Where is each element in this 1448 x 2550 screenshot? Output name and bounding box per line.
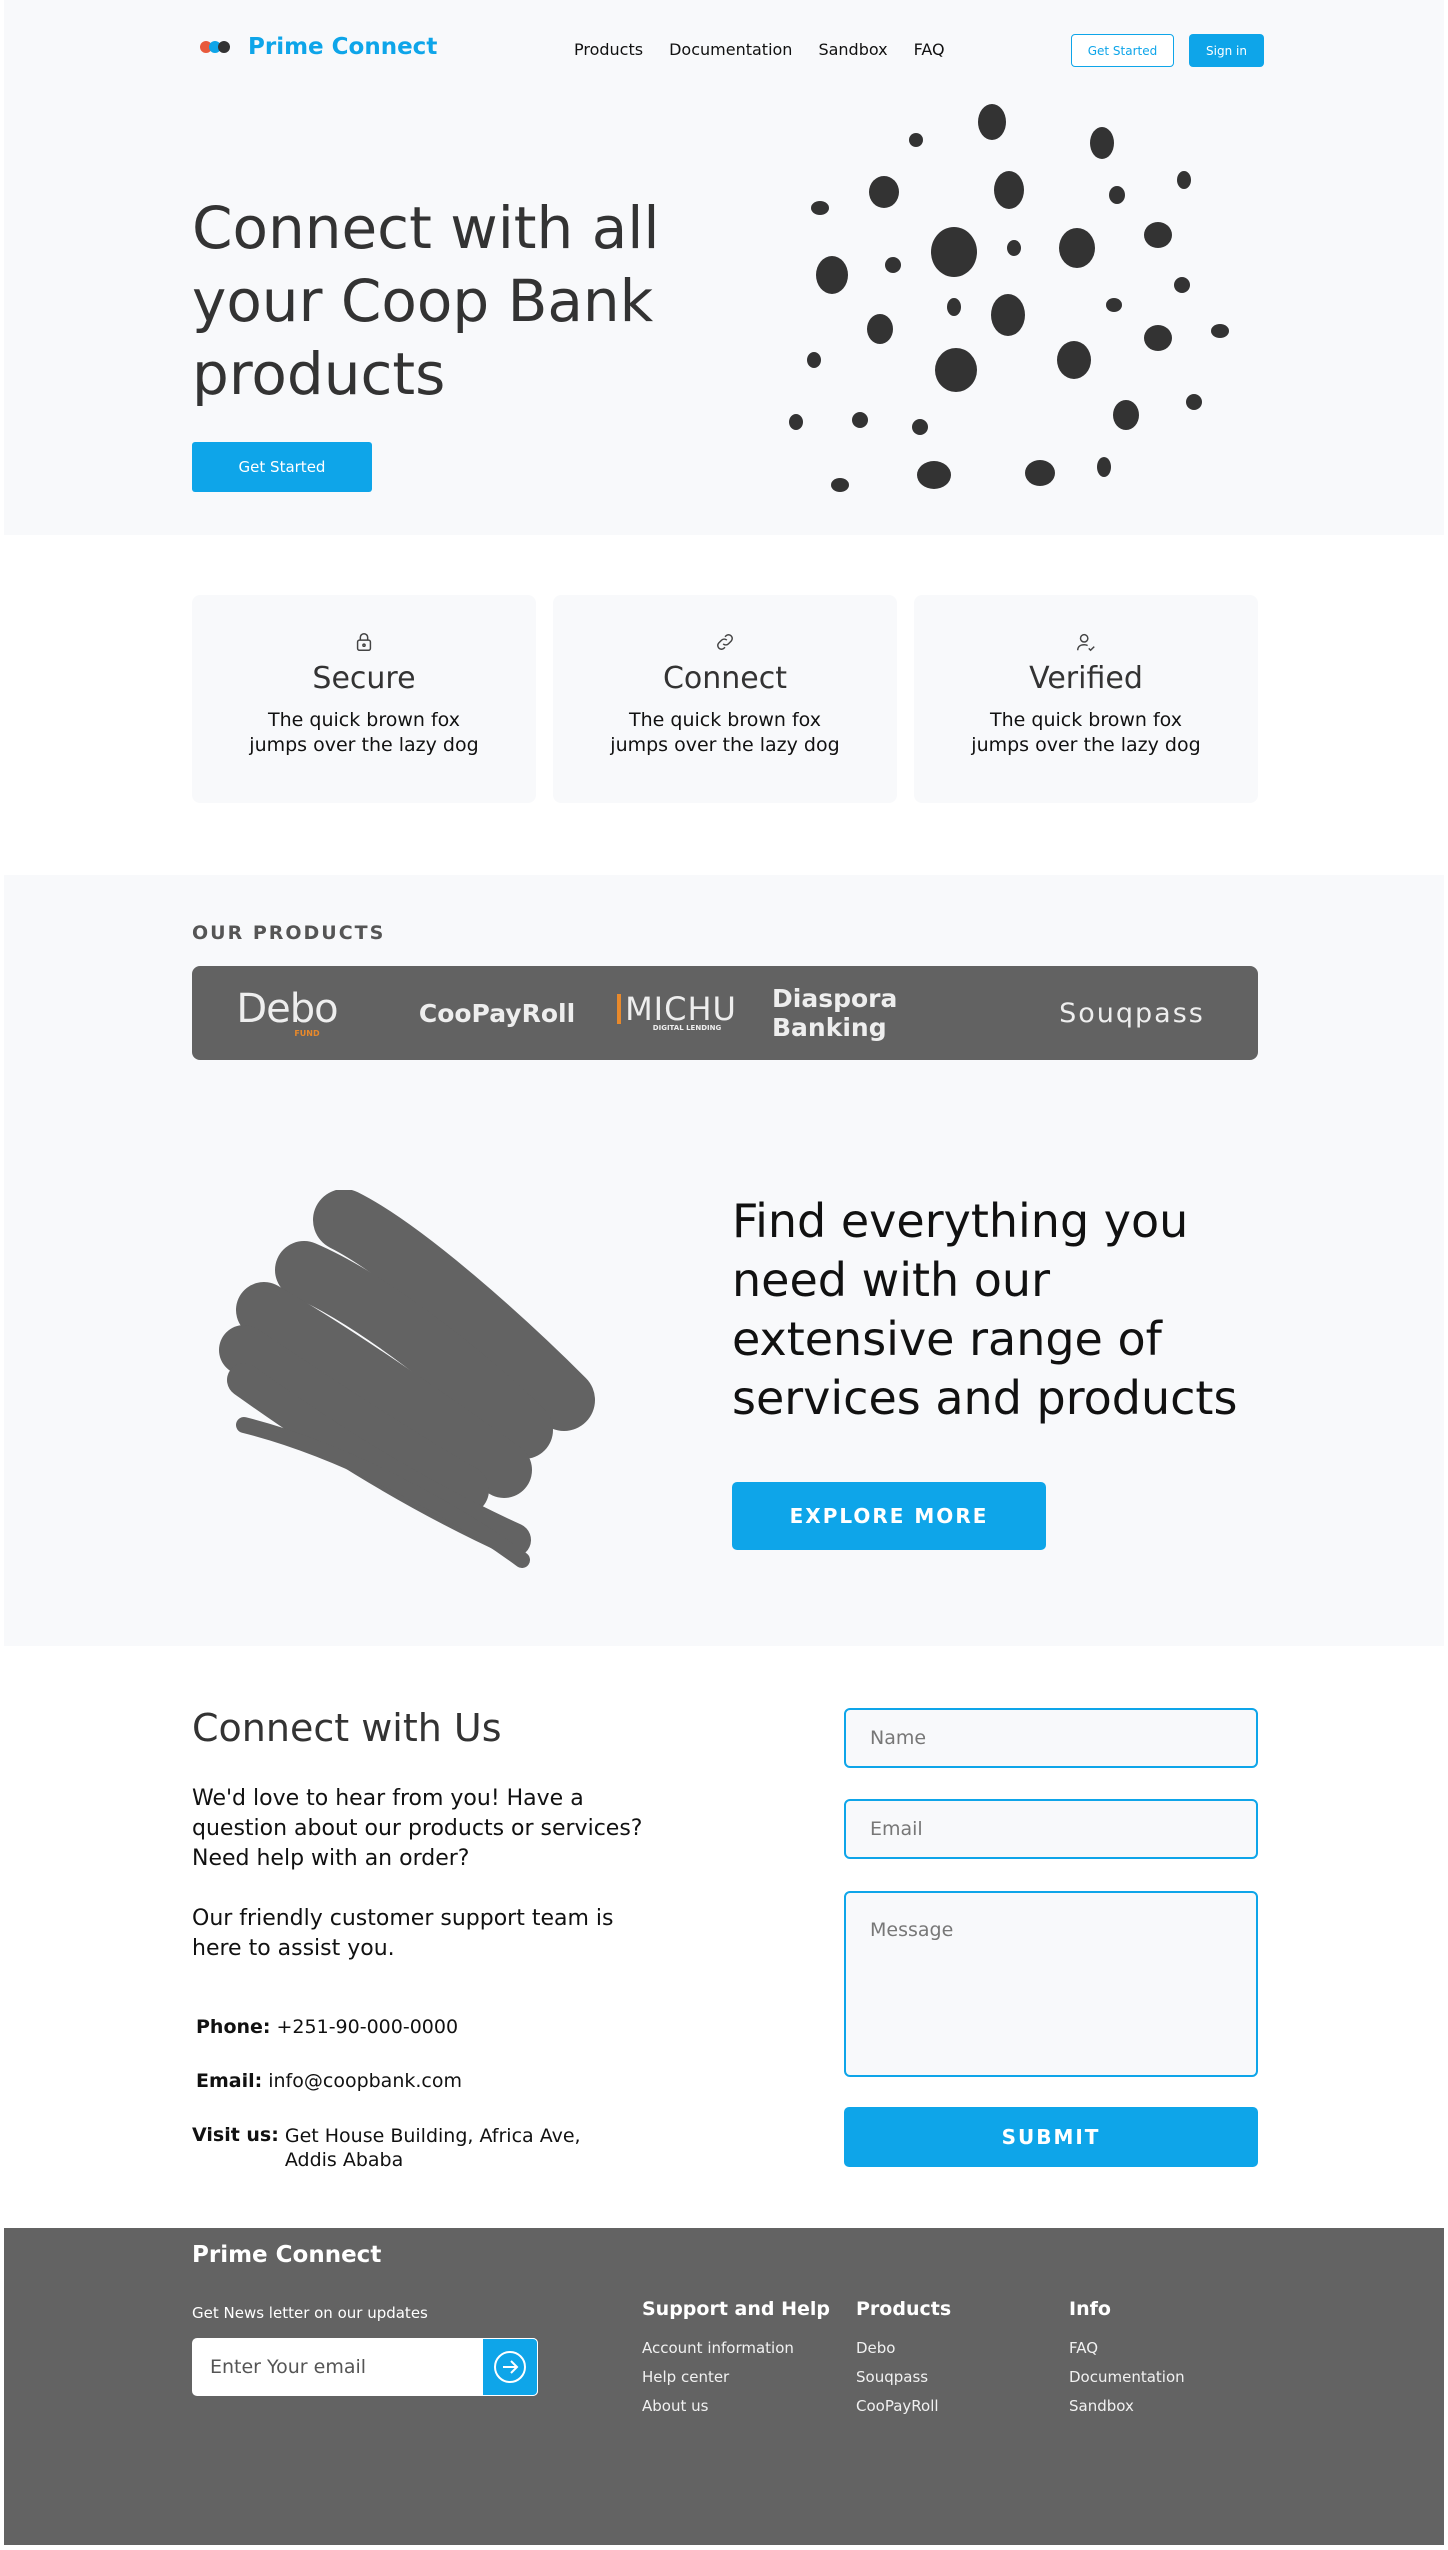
feature-text: The quick brown fox jumps over the lazy …: [610, 709, 840, 756]
features-section: Secure The quick brown fox jumps over th…: [4, 535, 1444, 875]
footer-column-products: Products Debo Souqpass CooPayRoll: [856, 2298, 951, 2421]
feature-title: Secure: [312, 661, 416, 696]
scribble-illustration: [219, 1190, 595, 1568]
contact-address: Visit us: Get House Building, Africa Ave,…: [192, 2124, 581, 2171]
footer-link-faq[interactable]: FAQ: [1069, 2334, 1185, 2363]
feature-card-secure: Secure The quick brown fox jumps over th…: [192, 595, 536, 803]
submit-button[interactable]: SUBMIT: [844, 2107, 1258, 2167]
footer-link-about-us[interactable]: About us: [642, 2392, 830, 2421]
page: Prime Connect Products Documentation San…: [4, 0, 1444, 2545]
footer-column-title: Products: [856, 2298, 952, 2320]
product-logo-diaspora-banking[interactable]: Diaspora Banking: [772, 966, 1012, 1060]
footer-link-souqpass[interactable]: Souqpass: [856, 2363, 951, 2392]
hero-title: Connect with all your Coop Bank products: [192, 194, 660, 408]
contact-email: Email: info@coopbank.com: [196, 2070, 462, 2092]
explore-title: Find everything you need with our extens…: [732, 1194, 1238, 1425]
feature-title: Verified: [1029, 661, 1143, 696]
nav-faq[interactable]: FAQ: [914, 40, 945, 59]
user-check-icon: [1077, 633, 1095, 652]
feature-title: Connect: [662, 661, 788, 696]
hero-get-started-button[interactable]: Get Started: [192, 442, 372, 492]
footer-column-info: Info FAQ Documentation Sandbox: [1069, 2298, 1185, 2421]
feature-card-verified: Verified The quick brown fox jumps over …: [914, 595, 1258, 803]
footer: Prime Connect Get News letter on our upd…: [4, 2228, 1444, 2545]
newsletter-submit-button[interactable]: [482, 2338, 538, 2396]
product-logo-coopayroll[interactable]: CooPayRoll: [412, 966, 582, 1060]
contact-intro: We'd love to hear from you! Have a quest…: [192, 1786, 643, 1871]
footer-column-title: Info: [1069, 2298, 1111, 2320]
contact-title: Connect with Us: [192, 1706, 502, 1750]
footer-link-documentation[interactable]: Documentation: [1069, 2363, 1185, 2392]
feature-text: The quick brown fox jumps over the lazy …: [971, 709, 1201, 756]
hero-blob-illustration: [789, 104, 1229, 492]
logo-mark-icon: [200, 35, 236, 59]
footer-link-coopayroll[interactable]: CooPayRoll: [856, 2392, 951, 2421]
newsletter-label: Get News letter on our updates: [192, 2304, 428, 2322]
header: Prime Connect Products Documentation San…: [4, 0, 1444, 100]
name-field[interactable]: Name: [844, 1708, 1258, 1768]
main-nav: Products Documentation Sandbox FAQ: [574, 40, 945, 59]
nav-documentation[interactable]: Documentation: [669, 40, 792, 59]
footer-link-sandbox[interactable]: Sandbox: [1069, 2392, 1185, 2421]
footer-column-support: Support and Help Account information Hel…: [642, 2298, 830, 2421]
sign-in-button[interactable]: Sign in: [1189, 34, 1264, 67]
products-section-label: OUR PRODUCTS: [192, 922, 386, 944]
contact-phone: Phone: +251-90-000-0000: [196, 2016, 459, 2038]
footer-link-debo[interactable]: Debo: [856, 2334, 951, 2363]
product-logo-souqpass[interactable]: Souqpass: [1032, 966, 1232, 1060]
footer-column-title: Support and Help: [642, 2298, 830, 2320]
lock-icon: [356, 633, 372, 651]
newsletter-email-input[interactable]: [192, 2338, 482, 2396]
footer-link-account-information[interactable]: Account information: [642, 2334, 830, 2363]
newsletter-form: [192, 2338, 538, 2396]
product-logo-michu[interactable]: MICHU DIGITAL LENDING: [612, 966, 742, 1060]
feature-card-connect: Connect The quick brown fox jumps over t…: [553, 595, 897, 803]
footer-brand: Prime Connect: [192, 2242, 382, 2268]
header-get-started-button[interactable]: Get Started: [1071, 34, 1174, 67]
explore-more-button[interactable]: EXPLORE MORE: [732, 1482, 1046, 1550]
products-logo-bar: Debo FUND CooPayRoll MICHU DIGITAL LENDI…: [192, 966, 1258, 1060]
logo[interactable]: Prime Connect: [200, 34, 437, 60]
nav-products[interactable]: Products: [574, 40, 643, 59]
link-icon: [717, 634, 733, 650]
contact-support-text: Our friendly customer support team is he…: [192, 1906, 614, 1961]
arrow-right-circle-icon: [494, 2351, 526, 2383]
nav-sandbox[interactable]: Sandbox: [818, 40, 887, 59]
contact-section: Connect with Us We'd love to hear from y…: [4, 1646, 1444, 2228]
brand-name: Prime Connect: [248, 34, 438, 60]
message-field[interactable]: Message: [844, 1891, 1258, 2077]
feature-text: The quick brown fox jumps over the lazy …: [249, 709, 479, 756]
footer-link-help-center[interactable]: Help center: [642, 2363, 830, 2392]
product-logo-debo[interactable]: Debo FUND: [212, 966, 362, 1060]
email-field[interactable]: Email: [844, 1799, 1258, 1859]
